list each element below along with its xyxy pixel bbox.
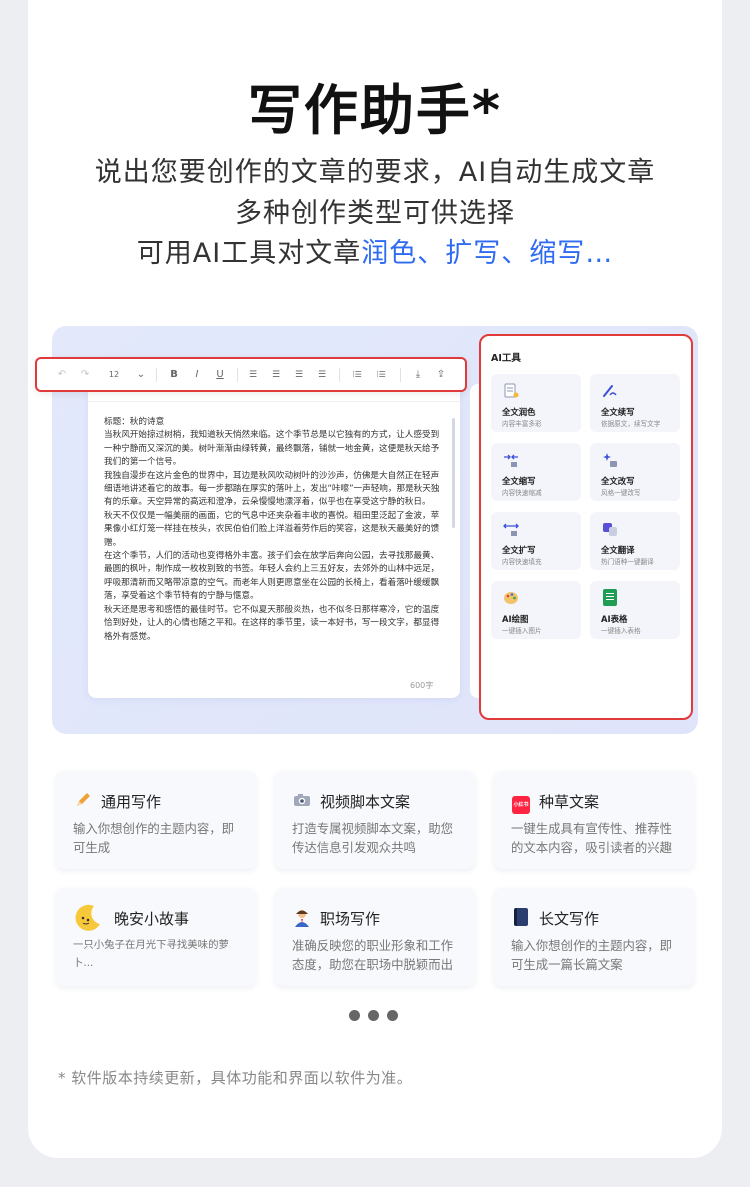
more-dot: [387, 1010, 398, 1021]
chevron-down-icon[interactable]: ⌄: [134, 369, 148, 380]
toolbar-divider: [400, 367, 401, 382]
align-left-icon[interactable]: ☰: [246, 370, 260, 380]
spreadsheet-icon: [601, 589, 619, 607]
tool-rewrite[interactable]: 全文改写 风格一键改写: [590, 443, 680, 501]
tool-desc: 一键插入图片: [502, 627, 542, 635]
tool-name: 全文扩写: [502, 545, 536, 555]
page-title: 写作助手*: [247, 79, 503, 142]
camera-icon: [292, 791, 312, 811]
more-indicator[interactable]: [349, 1010, 398, 1021]
underline-button[interactable]: U: [213, 369, 227, 380]
tool-name: 全文翻译: [601, 545, 635, 555]
category-workplace-writing[interactable]: 职场写作 准确反映您的职业形象和工作态度，助您在职场中脱颖而出: [275, 888, 475, 986]
category-long-form[interactable]: 长文写作 输入你想创作的主题内容，即可生成一篇长篇文案: [494, 888, 694, 986]
tool-desc: 一键插入表格: [601, 627, 641, 635]
undo-icon[interactable]: ↶: [55, 369, 69, 380]
category-desc: 准确反映您的职业形象和工作态度，助您在职场中脱颖而出: [292, 938, 454, 972]
subtitle-line-1: 说出您要创作的文章的要求，AI自动生成文章: [94, 157, 656, 188]
xiaohongshu-icon: 小红书: [511, 791, 531, 814]
category-title: 种草文案: [539, 793, 600, 811]
tool-ai-table[interactable]: AI表格 一键插入表格: [590, 581, 680, 639]
tool-desc: 内容快速缩减: [502, 489, 542, 497]
format-toolbar: ↶ ↷ 12 ⌄ B I U ☰ ☰ ☰ ☰ ⁝☰ ⁝☰ ⤓ ⇪: [35, 357, 467, 392]
tool-name: 全文续写: [601, 407, 635, 417]
category-desc: 输入你想创作的主题内容，即可生成一篇长篇文案: [511, 938, 673, 972]
tool-continue[interactable]: 全文续写 依据原文，续写文字: [590, 374, 680, 432]
tool-desc: 内容快速填充: [502, 558, 542, 566]
subtitle-line-3-highlight: 润色、扩写、缩写…: [361, 238, 614, 269]
editor-content[interactable]: 标题：秋的诗意 当秋风开始掠过树梢，我知道秋天悄然来临。这个季节总是以它独有的方…: [104, 416, 444, 678]
category-title: 职场写作: [320, 910, 381, 928]
category-bedtime-story[interactable]: 晚安小故事 一只小兔子在月光下寻找美味的萝卜...: [56, 888, 256, 986]
bold-button[interactable]: B: [167, 369, 181, 380]
palette-icon: [502, 589, 520, 607]
word-count: 600字: [410, 681, 434, 690]
align-right-icon[interactable]: ☰: [315, 370, 329, 380]
pencil-icon: [73, 791, 93, 811]
more-dot: [349, 1010, 360, 1021]
document-sparkle-icon: [502, 382, 520, 400]
shrink-arrows-icon: [502, 451, 520, 469]
tool-desc: 内容丰富多彩: [502, 420, 542, 428]
ai-tools-title: AI工具: [491, 353, 521, 364]
italic-button[interactable]: I: [190, 369, 204, 380]
category-title: 长文写作: [539, 910, 600, 928]
tool-polish[interactable]: 全文润色 内容丰富多彩: [491, 374, 581, 432]
category-title: 通用写作: [101, 793, 162, 811]
businessman-icon: [292, 908, 312, 928]
ordered-list-icon[interactable]: ⁝☰: [348, 370, 366, 379]
subtitle-line-3-prefix: 可用AI工具对文章: [136, 238, 362, 269]
subtitle-line-3: 可用AI工具对文章润色、扩写、缩写…: [0, 231, 750, 270]
redo-icon[interactable]: ↷: [78, 369, 92, 380]
more-dot: [368, 1010, 379, 1021]
tool-name: AI表格: [601, 614, 628, 624]
category-video-script[interactable]: 视频脚本文案 打造专属视频脚本文案，助您传达信息引发观众共鸣: [275, 771, 475, 869]
category-title: 晚安小故事: [114, 910, 190, 928]
editor-scrollbar[interactable]: [452, 418, 455, 528]
tool-name: AI绘图: [502, 614, 529, 624]
tool-name: 全文改写: [601, 476, 635, 486]
download-icon[interactable]: ⤓: [411, 369, 425, 380]
category-desc: 输入你想创作的主题内容，即可生成: [73, 821, 235, 855]
toolbar-divider: [237, 367, 238, 382]
bullet-list-icon[interactable]: ⁝☰: [372, 370, 390, 379]
toolbar-divider: [156, 367, 157, 382]
toolbar-divider: [339, 367, 340, 382]
category-desc: 一只小兔子在月光下寻找美味的萝卜...: [73, 939, 229, 969]
tool-desc: 风格一键改写: [601, 489, 641, 497]
share-icon[interactable]: ⇪: [434, 369, 448, 380]
font-size-select[interactable]: 12: [106, 370, 122, 379]
category-general-writing[interactable]: 通用写作 输入你想创作的主题内容，即可生成: [56, 771, 256, 869]
expand-arrows-icon: [502, 520, 520, 538]
align-center-icon[interactable]: ☰: [269, 370, 283, 380]
moon-icon: [72, 902, 104, 934]
tool-desc: 热门语种一键翻译: [601, 558, 654, 566]
tool-name: 全文缩写: [502, 476, 536, 486]
document-editor[interactable]: 标题：秋的诗意 当秋风开始掠过树梢，我知道秋天悄然来临。这个季节总是以它独有的方…: [88, 384, 460, 698]
rewrite-sparkle-icon: [601, 451, 619, 469]
category-desc: 打造专属视频脚本文案，助您传达信息引发观众共鸣: [292, 821, 454, 855]
tool-shrink[interactable]: 全文缩写 内容快速缩减: [491, 443, 581, 501]
footnote: * 软件版本持续更新，具体功能和界面以软件为准。: [58, 1069, 413, 1087]
tool-name: 全文润色: [502, 407, 536, 417]
tool-ai-drawing[interactable]: AI绘图 一键插入图片: [491, 581, 581, 639]
pen-loop-icon: [601, 382, 619, 400]
tool-translate[interactable]: 全文翻译 热门语种一键翻译: [590, 512, 680, 570]
category-recommendation[interactable]: 小红书 种草文案 一键生成具有宣传性、推荐性的文本内容，吸引读者的兴趣: [494, 771, 694, 869]
ai-tools-panel: AI工具 全文润色 内容丰富多彩 全文续写 依据原文，续写文字 全文缩写 内容快…: [479, 334, 693, 720]
tool-desc: 依据原文，续写文字: [601, 420, 661, 428]
category-title: 视频脚本文案: [320, 793, 411, 811]
translate-icon: [601, 520, 619, 538]
subtitle-line-2: 多种创作类型可供选择: [235, 198, 515, 229]
book-icon: [511, 908, 531, 928]
category-desc: 一键生成具有宣传性、推荐性的文本内容，吸引读者的兴趣: [511, 821, 673, 855]
align-justify-icon[interactable]: ☰: [292, 370, 306, 380]
tool-expand[interactable]: 全文扩写 内容快速填充: [491, 512, 581, 570]
